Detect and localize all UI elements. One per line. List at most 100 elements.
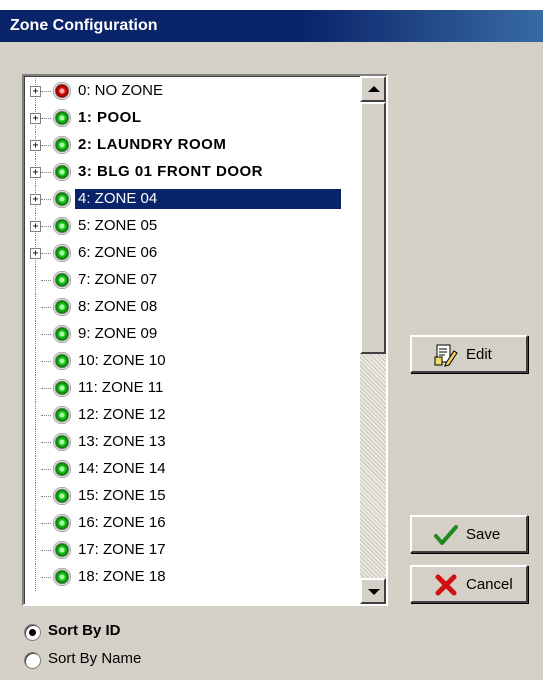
zone-tree-item[interactable]: 9: ZONE 09: [24, 321, 358, 348]
tree-connector-line: [35, 321, 36, 348]
tree-branch-line: [41, 469, 51, 470]
expand-plus-icon[interactable]: +: [30, 248, 41, 259]
zone-tree-item[interactable]: 10: ZONE 10: [24, 348, 358, 375]
tree-branch-line: [41, 523, 51, 524]
green-status-led-icon: [53, 271, 71, 289]
zone-label: 15: ZONE 15: [78, 487, 166, 504]
scroll-up-button[interactable]: [360, 76, 386, 102]
zone-label: 17: ZONE 17: [78, 541, 166, 558]
zone-tree-item[interactable]: 13: ZONE 13: [24, 429, 358, 456]
tree-branch-line: [41, 496, 51, 497]
expand-plus-icon[interactable]: +: [30, 221, 41, 232]
zone-tree-item[interactable]: +0: NO ZONE: [24, 78, 358, 105]
sort-by-id-label: Sort By ID: [48, 622, 121, 639]
tree-connector-line: [35, 456, 36, 483]
zone-tree-item[interactable]: 15: ZONE 15: [24, 483, 358, 510]
zone-label: 3: BLG 01 FRONT DOOR: [78, 163, 264, 180]
zone-tree-rows: +0: NO ZONE +1: POOL +2: LAUNDRY ROOM +3: B…: [24, 76, 358, 604]
zone-tree-item[interactable]: 11: ZONE 11: [24, 375, 358, 402]
zone-tree-item[interactable]: +6: ZONE 06: [24, 240, 358, 267]
zone-label: 5: ZONE 05: [78, 217, 158, 234]
window-right-edge: [543, 0, 553, 680]
zone-label: 9: ZONE 09: [78, 325, 158, 342]
x-icon: [435, 574, 457, 596]
tree-connector-line: [35, 375, 36, 402]
zone-label: 4: ZONE 04: [75, 189, 341, 209]
cancel-button[interactable]: Cancel: [410, 565, 528, 603]
tree-branch-line: [41, 172, 51, 173]
expand-plus-icon[interactable]: +: [30, 140, 41, 151]
green-status-led-icon: [53, 217, 71, 235]
sort-by-name-radio-dot[interactable]: [24, 652, 41, 669]
expand-plus-icon[interactable]: +: [30, 167, 41, 178]
zone-tree-item[interactable]: +5: ZONE 05: [24, 213, 358, 240]
zone-tree-item[interactable]: +1: POOL: [24, 105, 358, 132]
edit-button-label: Edit: [466, 346, 492, 363]
expand-plus-icon[interactable]: +: [30, 113, 41, 124]
save-button[interactable]: Save: [410, 515, 528, 553]
scroll-down-button[interactable]: [360, 578, 386, 604]
green-status-led-icon: [53, 325, 71, 343]
green-status-led-icon: [53, 163, 71, 181]
green-status-led-icon: [53, 298, 71, 316]
green-status-led-icon: [53, 541, 71, 559]
tree-branch-line: [41, 388, 51, 389]
tree-connector-line: [35, 348, 36, 375]
zone-label: 18: ZONE 18: [78, 568, 166, 585]
green-status-led-icon: [53, 460, 71, 478]
tree-branch-line: [41, 361, 51, 362]
zone-tree-item[interactable]: 8: ZONE 08: [24, 294, 358, 321]
green-status-led-icon: [53, 190, 71, 208]
zone-tree-item[interactable]: 18: ZONE 18: [24, 564, 358, 591]
zone-tree-item[interactable]: +4: ZONE 04: [24, 186, 358, 213]
expand-plus-icon[interactable]: +: [30, 86, 41, 97]
green-status-led-icon: [53, 136, 71, 154]
tree-connector-line: [35, 267, 36, 294]
green-status-led-icon: [53, 514, 71, 532]
arrow-down-icon: [368, 589, 380, 595]
vertical-scrollbar[interactable]: [360, 76, 386, 604]
zone-tree-item[interactable]: 7: ZONE 07: [24, 267, 358, 294]
tree-connector-line: [35, 402, 36, 429]
zone-tree-item[interactable]: 12: ZONE 12: [24, 402, 358, 429]
green-status-led-icon: [53, 109, 71, 127]
expand-plus-icon[interactable]: +: [30, 194, 41, 205]
tree-branch-line: [41, 253, 51, 254]
zone-label: 14: ZONE 14: [78, 460, 166, 477]
tree-branch-line: [41, 415, 51, 416]
save-button-label: Save: [466, 526, 501, 543]
green-status-led-icon: [53, 406, 71, 424]
zone-label: 1: POOL: [78, 109, 142, 126]
sort-by-name-label: Sort By Name: [48, 650, 142, 667]
green-status-led-icon: [53, 487, 71, 505]
zone-tree-item[interactable]: +2: LAUNDRY ROOM: [24, 132, 358, 159]
tree-branch-line: [41, 550, 51, 551]
sort-by-id-radio-dot[interactable]: [24, 624, 41, 641]
tree-branch-line: [41, 118, 51, 119]
zone-tree-item[interactable]: 16: ZONE 16: [24, 510, 358, 537]
tree-branch-line: [41, 91, 51, 92]
title-bar[interactable]: Zone Configuration: [0, 10, 553, 42]
zone-tree-item[interactable]: 14: ZONE 14: [24, 456, 358, 483]
tree-connector-line: [35, 564, 36, 591]
zone-tree[interactable]: +0: NO ZONE +1: POOL +2: LAUNDRY ROOM +3: B…: [22, 74, 388, 606]
cancel-button-label: Cancel: [466, 576, 513, 593]
green-status-led-icon: [53, 379, 71, 397]
edit-document-icon: [434, 344, 458, 367]
zone-label: 10: ZONE 10: [78, 352, 166, 369]
window-title: Zone Configuration: [10, 17, 158, 34]
green-status-led-icon: [53, 568, 71, 586]
zone-label: 11: ZONE 11: [78, 379, 164, 396]
tree-branch-line: [41, 199, 51, 200]
tree-branch-line: [41, 226, 51, 227]
checkmark-icon: [434, 525, 458, 545]
edit-button[interactable]: Edit: [410, 335, 528, 373]
tree-connector-line: [35, 537, 36, 564]
arrow-up-icon: [368, 86, 380, 92]
zone-tree-item[interactable]: +3: BLG 01 FRONT DOOR: [24, 159, 358, 186]
zone-tree-item[interactable]: 17: ZONE 17: [24, 537, 358, 564]
scroll-thumb[interactable]: [360, 102, 386, 354]
tree-branch-line: [41, 442, 51, 443]
tree-connector-line: [35, 510, 36, 537]
green-status-led-icon: [53, 244, 71, 262]
